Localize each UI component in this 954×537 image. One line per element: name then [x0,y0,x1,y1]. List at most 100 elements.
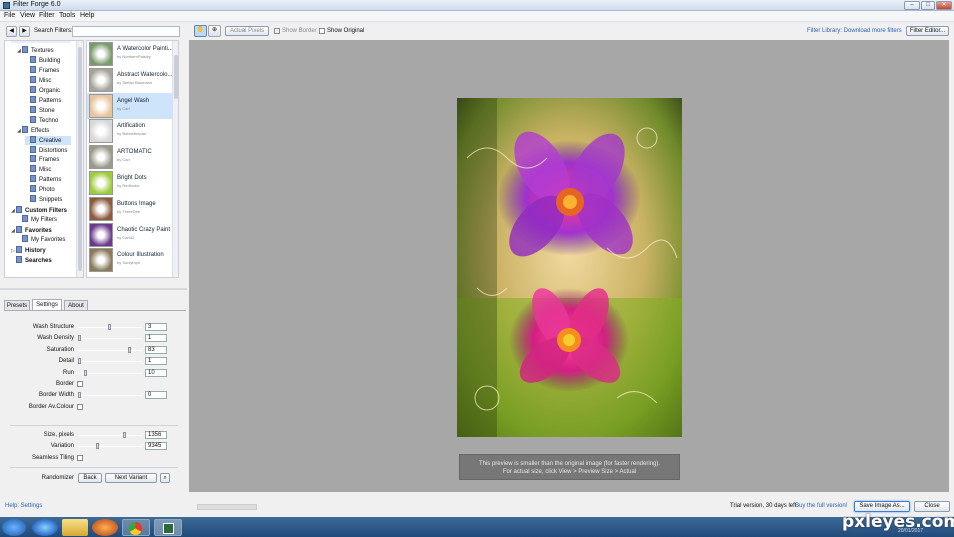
start-button-icon[interactable] [2,519,26,536]
folder-icon [30,185,36,193]
setting-checkbox[interactable] [77,403,83,410]
filter-list-item[interactable]: ARTOMATIC by Carl [87,144,173,170]
tree-item[interactable]: ◢ Favorites [11,226,52,235]
setting-slider[interactable] [78,358,142,365]
filter-list-item[interactable]: Angel Wash by Carl [87,92,173,119]
pane-splitter[interactable] [0,288,187,290]
setting-value-field[interactable]: 1 [145,334,167,343]
back-arrow-icon[interactable]: ◀ [6,26,17,37]
slider-knob[interactable] [78,335,81,342]
setting-slider[interactable] [78,324,142,330]
show-border-checkbox[interactable] [274,28,280,34]
setting-slider[interactable] [78,432,142,438]
tree-item[interactable]: Stone [25,105,55,115]
zoom-tool-icon[interactable]: ⊕ [208,25,221,37]
tree-item-label: Techno [39,117,59,124]
slider-knob[interactable] [96,443,99,450]
tree-scroll-thumb[interactable] [78,47,82,271]
buy-full-version-link[interactable]: Buy the full version! [795,503,847,509]
menu-tools[interactable]: Tools [59,12,75,19]
slider-knob[interactable] [78,358,81,365]
filter-list-item[interactable]: Artification by Bobbetheparr [87,118,173,144]
filter-list-scroll-thumb[interactable] [174,55,178,99]
close-window-button[interactable]: ✕ [936,1,952,10]
slider-knob[interactable] [127,346,131,353]
slider-knob[interactable] [78,392,81,399]
actual-pixels-button[interactable]: Actual Pixels [225,26,269,36]
tree-item[interactable]: Organic [25,85,60,95]
slider-knob[interactable] [123,432,126,438]
tree-item[interactable]: Snippets [25,195,62,204]
filter-library-link[interactable]: Filter Library: Download more filters [807,28,902,34]
tree-item[interactable]: ▷ History [11,246,46,255]
menu-help[interactable]: Help [80,12,94,19]
preview-image[interactable] [457,98,682,437]
randomizer-options-icon[interactable]: ⌕ [160,473,170,483]
tree-item[interactable]: Searches [11,255,52,265]
internet-explorer-icon[interactable] [32,519,58,536]
filter-list-item[interactable]: Bright Dots by Redfoxtor [87,170,173,196]
tree-item[interactable]: My Favorites [17,235,65,244]
maximize-button[interactable]: □ [921,1,935,10]
setting-slider[interactable] [78,392,142,399]
tree-item[interactable]: Patterns [25,95,61,105]
close-button[interactable]: Close [914,501,950,512]
menu-file[interactable]: File [4,12,15,19]
filter-editor-button[interactable]: Filter Editor... [906,26,949,36]
forward-arrow-icon[interactable]: ▶ [19,26,30,37]
folder-icon [30,145,36,153]
menu-view[interactable]: View [20,12,35,19]
setting-value-field[interactable]: 83 [145,345,167,354]
filter-list-scrollbar[interactable] [172,41,178,277]
file-explorer-icon[interactable] [62,519,88,536]
setting-value-field[interactable]: 1356 [145,431,167,439]
hand-tool-icon[interactable]: ✋ [194,25,207,37]
setting-slider[interactable] [78,443,142,450]
show-original-checkbox[interactable] [319,28,325,34]
filter-list-item[interactable]: Buttons Image by ThreeDee [87,196,173,222]
tree-item[interactable]: Techno [25,115,59,125]
filter-list-item[interactable]: A Watercolor Painti... by NorthernPaisley [87,41,173,67]
folder-icon [30,165,36,173]
tree-item[interactable]: Patterns [25,175,61,184]
tree-item[interactable]: Frames [25,65,59,75]
save-image-as-button[interactable]: Save Image As... [854,501,910,512]
tree-item[interactable]: Distortions [25,145,67,155]
slider-knob[interactable] [108,324,111,330]
folder-icon [30,105,36,113]
chrome-icon[interactable] [122,519,150,536]
tree-item[interactable]: Creative [25,135,71,145]
setting-checkbox[interactable] [77,381,83,387]
tree-item[interactable]: Misc [25,75,51,85]
filter-list-item[interactable]: Abstract Watercolo... by Stefan Baumann [87,67,173,93]
setting-checkbox[interactable] [77,454,83,461]
tree-item[interactable]: Photo [25,185,55,194]
setting-value-field[interactable]: 0 [145,391,167,400]
search-input[interactable] [72,26,180,37]
tree-item[interactable]: Building [25,55,60,65]
setting-value-field[interactable]: 1 [145,357,167,366]
tree-item[interactable]: Misc [25,165,51,174]
setting-value-field[interactable]: 9345 [145,442,167,451]
media-player-icon[interactable] [92,519,118,536]
setting-slider[interactable] [78,346,142,353]
help-link[interactable]: Help: Settings [5,503,42,509]
tree-item[interactable]: Frames [25,155,59,164]
tree-item[interactable]: ◢ Custom Filters [11,206,67,215]
filter-forge-taskbar-icon[interactable] [154,519,182,536]
slider-knob[interactable] [84,369,87,376]
tree-item[interactable]: ◢ Effects [17,125,49,135]
minimize-button[interactable]: – [904,1,920,10]
filter-list-item[interactable]: Chaotic Crazy Paint by Carl42 [87,222,173,248]
setting-slider[interactable] [78,369,142,376]
filter-list-item[interactable]: Colour Illustration by Sunlymph [87,247,173,273]
next-variant-button[interactable]: Next Variant [105,473,157,483]
tree-item[interactable]: ◢ Textures [17,46,54,55]
setting-slider[interactable] [78,335,142,342]
setting-value-field[interactable]: 10 [145,368,167,377]
tree-scrollbar[interactable] [76,41,83,277]
tree-item[interactable]: My Filters [17,215,57,224]
menu-filter[interactable]: Filter [39,12,55,19]
setting-value-field[interactable]: 3 [145,323,167,331]
back-button[interactable]: Back [78,473,102,483]
